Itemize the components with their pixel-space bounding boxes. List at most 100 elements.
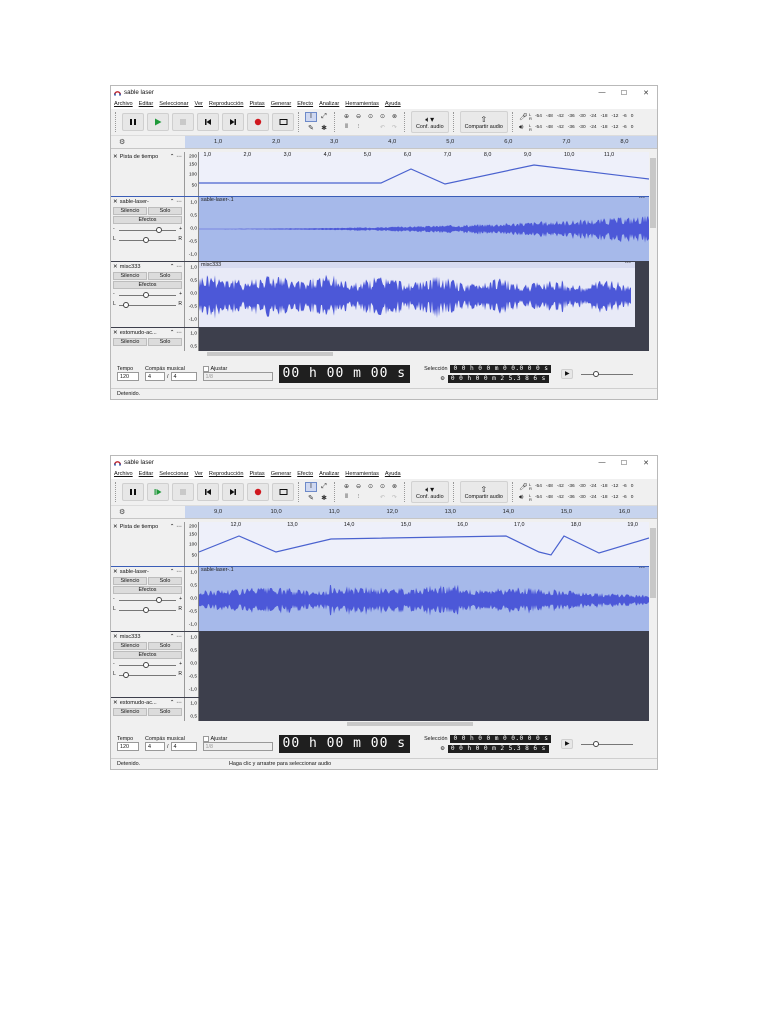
time-display[interactable]: 00 h 00 m 00 s: [278, 734, 411, 753]
track-menu-icon[interactable]: ⋯: [176, 634, 182, 640]
menu-seleccionar[interactable]: Seleccionar: [159, 471, 188, 477]
gain-slider[interactable]: - +: [113, 291, 182, 299]
minimize-button[interactable]: —: [591, 89, 613, 96]
audio-setup-button[interactable]: 🔈︎▾ Conf. audio: [411, 481, 449, 503]
time-track-name[interactable]: Pista de tiempo: [120, 154, 168, 160]
zoom-out-icon[interactable]: ⊖: [353, 482, 364, 492]
envelope-tool-icon[interactable]: ⤢: [318, 482, 330, 492]
close-track-icon[interactable]: ✕: [113, 199, 118, 205]
mute-button[interactable]: Silencio: [113, 272, 147, 280]
signature-denominator[interactable]: 4: [170, 372, 197, 381]
timeline-options-icon[interactable]: ⚙︎: [111, 506, 185, 518]
audio-track-sable-laser[interactable]: ✕ sable-laser- ⌃ ⋯ Silencio Solo Efectos - + …: [111, 197, 649, 261]
minimize-button[interactable]: —: [591, 459, 613, 466]
solo-button[interactable]: Solo: [148, 642, 182, 650]
menu-ver[interactable]: Ver: [195, 471, 203, 477]
silence-icon[interactable]: ⫶: [353, 493, 364, 503]
effects-button[interactable]: Efectos: [113, 586, 182, 594]
clip-area[interactable]: sable-laser-.1 •••: [199, 567, 649, 631]
effects-button[interactable]: Efectos: [113, 216, 182, 224]
selection-end[interactable]: 0 0 h 0 0 m 2 5.3 8 6 s: [447, 374, 549, 383]
zoom-out-icon[interactable]: ⊖: [353, 112, 364, 122]
track-menu-icon[interactable]: ⋯: [176, 524, 182, 530]
zoom-in-icon[interactable]: ⊕: [341, 482, 352, 492]
menu-generar[interactable]: Generar: [271, 471, 292, 477]
menu-analizar[interactable]: Analizar: [319, 101, 339, 107]
track-menu-icon[interactable]: ⋯: [176, 700, 182, 706]
toolbar-grip[interactable]: [452, 112, 456, 132]
collapse-icon[interactable]: ⌃: [170, 199, 175, 205]
collapse-icon[interactable]: ⌃: [170, 634, 175, 640]
trim-icon[interactable]: ⫴: [341, 123, 352, 133]
time-track[interactable]: ✕ Pista de tiempo ⌃ ⋯ 200 150 100 50 1,0 2,0 3,0…: [111, 152, 649, 197]
close-track-icon[interactable]: ✕: [113, 700, 118, 706]
zoom-toggle-icon[interactable]: ⊗: [389, 112, 400, 122]
audio-setup-button[interactable]: 🔈︎▾ Conf. audio: [411, 111, 449, 133]
audio-track-sable-laser[interactable]: ✕ sable-laser- ⌃ ⋯ Silencio Solo Efectos - + …: [111, 567, 649, 631]
maximize-button[interactable]: ☐: [613, 89, 635, 97]
close-track-icon[interactable]: ✕: [113, 524, 118, 530]
signature-numerator[interactable]: 4: [145, 372, 165, 381]
solo-button[interactable]: Solo: [148, 338, 182, 346]
time-track[interactable]: ✕ Pista de tiempo ⌃ ⋯ 200 150 100 50 12,0 13,0 1…: [111, 522, 649, 567]
close-button[interactable]: ✕: [635, 89, 657, 97]
track-menu-icon[interactable]: ⋯: [176, 264, 182, 270]
clip-area[interactable]: sable-laser-.1 •••: [199, 197, 649, 261]
toolbar-grip[interactable]: [115, 112, 118, 132]
collapse-icon[interactable]: ⌃: [170, 264, 175, 270]
record-meter[interactable]: 🎤︎ LR -54 -48 -42 -36 -30 -24 -18 -12 -6 0: [519, 112, 633, 121]
track-name[interactable]: sable-laser-: [120, 569, 168, 575]
playback-meter[interactable]: 🔊︎ LR -54 -48 -42 -36 -30 -24 -18 -12 -6 0: [519, 493, 633, 502]
menu-reproduccion[interactable]: Reproducción: [209, 101, 244, 107]
snap-checkbox[interactable]: [202, 736, 209, 742]
loop-button[interactable]: [272, 483, 294, 501]
audio-track-estornudo[interactable]: ✕ estomudo-ac... ⌃ ⋯ Silencio Solo 1,0 0,5: [111, 698, 649, 721]
share-audio-button[interactable]: ⇧ Compartir audio: [459, 111, 508, 133]
clip-area[interactable]: [199, 698, 649, 721]
toolbar-grip[interactable]: [452, 482, 456, 502]
track-name[interactable]: estomudo-ac...: [120, 700, 168, 706]
stop-button[interactable]: [172, 483, 194, 501]
selection-settings-icon[interactable]: ⚙︎: [440, 746, 445, 752]
play-button[interactable]: [147, 483, 169, 501]
silence-icon[interactable]: ⫶: [353, 123, 364, 133]
track-menu-icon[interactable]: ⋯: [176, 199, 182, 205]
envelope-tool-icon[interactable]: ⤢: [318, 112, 330, 122]
vertical-scrollbar[interactable]: [649, 522, 657, 721]
trim-icon[interactable]: ⫴: [341, 493, 352, 503]
time-track-area[interactable]: 12,0 13,0 14,0 15,0 16,0 17,0 18,0 19,0: [199, 522, 649, 566]
timeline-ruler[interactable]: 9,0 10,0 11,0 12,0 13,0 14,0 15,0 16,0: [185, 506, 657, 518]
track-name[interactable]: misc333: [120, 634, 168, 640]
menu-herramientas[interactable]: Herramientas: [345, 101, 379, 107]
toolbar-grip[interactable]: [511, 482, 515, 502]
gain-slider[interactable]: - +: [113, 226, 182, 234]
track-name[interactable]: estomudo-ac...: [120, 330, 168, 336]
skip-start-button[interactable]: [197, 483, 219, 501]
toolbar-grip[interactable]: [511, 112, 515, 132]
mute-button[interactable]: Silencio: [113, 207, 147, 215]
menu-ayuda[interactable]: Ayuda: [385, 471, 401, 477]
pan-slider[interactable]: LR: [113, 671, 182, 679]
effects-button[interactable]: Efectos: [113, 651, 182, 659]
record-button[interactable]: [247, 113, 269, 131]
pan-slider[interactable]: LR: [113, 301, 182, 309]
clip-area[interactable]: misc333 •••: [199, 262, 649, 327]
timeline-ruler[interactable]: 1,0 2,0 3,0 4,0 5,0 6,0 7,0 8,0: [185, 136, 657, 148]
toolbar-grip[interactable]: [404, 112, 407, 132]
clip-area[interactable]: [199, 632, 649, 697]
close-track-icon[interactable]: ✕: [113, 569, 118, 575]
mute-button[interactable]: Silencio: [113, 577, 147, 585]
skip-end-button[interactable]: [222, 113, 244, 131]
track-menu-icon[interactable]: ⋯: [176, 154, 182, 160]
pause-button[interactable]: [122, 483, 144, 501]
track-menu-icon[interactable]: ⋯: [176, 569, 182, 575]
pause-button[interactable]: [122, 113, 144, 131]
toolbar-grip[interactable]: [115, 482, 118, 502]
mute-button[interactable]: Silencio: [113, 338, 147, 346]
fit-selection-icon[interactable]: ⊙: [365, 112, 376, 122]
tempo-input[interactable]: 120: [117, 742, 139, 751]
fit-project-icon[interactable]: ⊙: [377, 482, 388, 492]
audio-track-misc333[interactable]: ✕ misc333 ⌃ ⋯ Silencio Solo Efectos - + LR 1,…: [111, 262, 649, 327]
menu-editar[interactable]: Editar: [139, 471, 154, 477]
mute-button[interactable]: Silencio: [113, 708, 147, 716]
